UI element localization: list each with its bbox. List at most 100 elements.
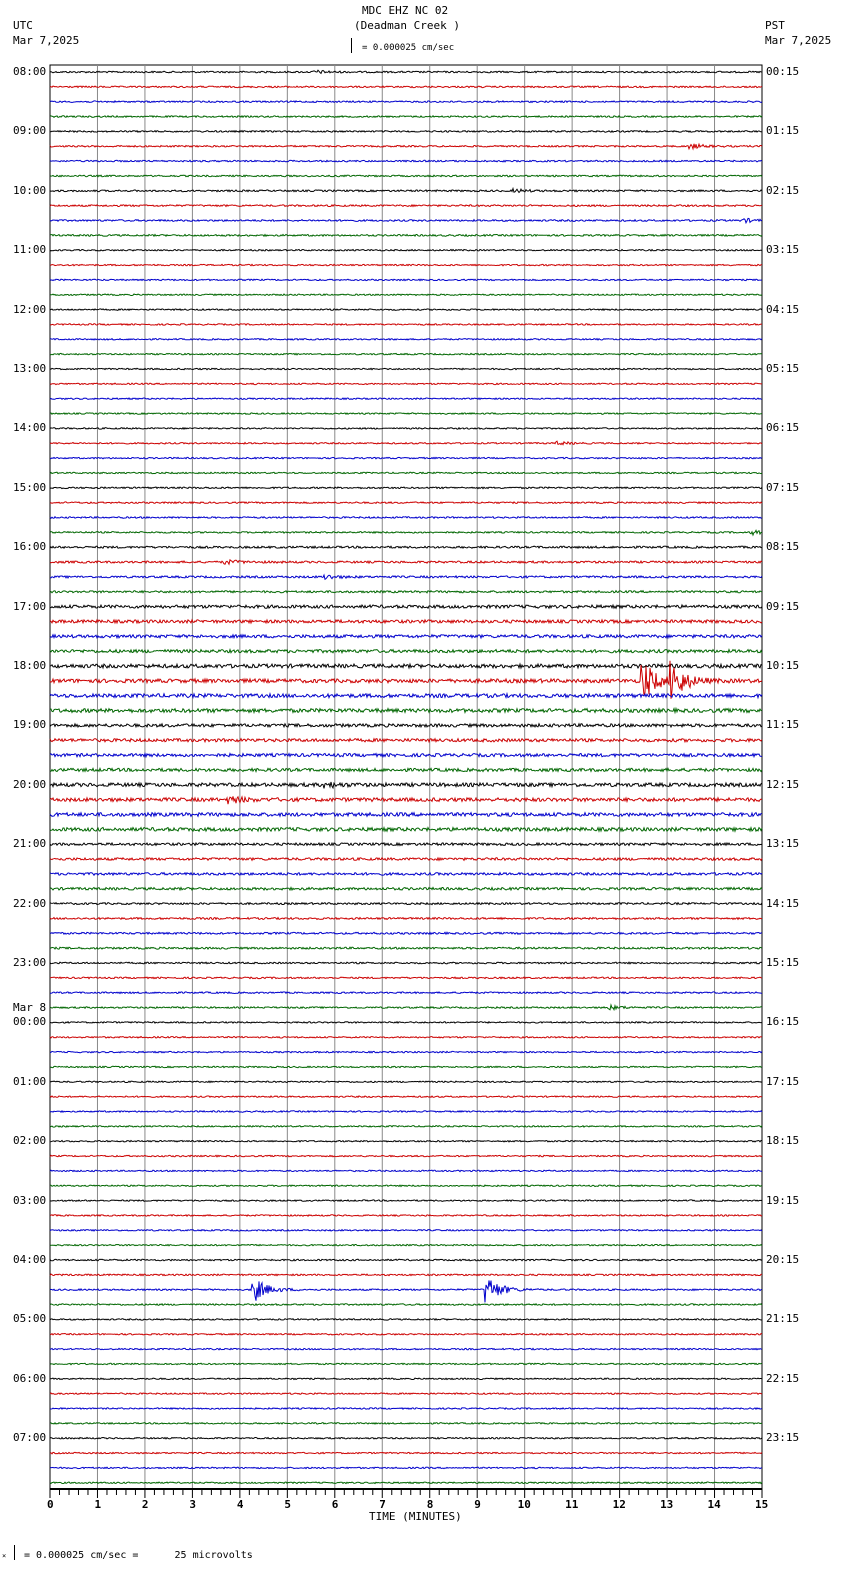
utc-hour-label: 01:00 [13,1074,47,1088]
seismic-trace [49,308,763,312]
pst-hour-label: 18:15 [766,1134,800,1148]
seismic-trace [49,203,763,208]
seismic-trace [49,114,763,119]
utc-hour-label: 10:00 [13,183,47,197]
seismic-trace [49,1154,763,1158]
footer-scale-note: = 0.000025 cm/sec = 25 microvolts [24,1550,253,1561]
x-tick-label: 10 [517,1498,531,1511]
seismic-trace [50,1377,763,1381]
seismic-trace [49,217,763,225]
utc-hour-label: 23:00 [13,956,47,969]
x-tick-label: 1 [94,1498,102,1511]
seismic-trace [49,1124,763,1128]
seismic-trace [49,961,763,965]
seismic-trace [49,1302,763,1307]
utc-hour-label: 06:00 [13,1371,47,1385]
x-tick-label: 14 [707,1498,721,1511]
seismic-trace [49,1169,763,1173]
seismic-trace [49,515,763,520]
seismic-trace [49,691,763,700]
x-tick-label: 3 [189,1498,197,1511]
utc-hour-label: 13:00 [13,362,47,375]
utc-hour-label: 00:00 [13,1015,47,1029]
seismic-trace [49,486,763,490]
utc-hour-label: 05:00 [13,1312,47,1326]
seismic-trace [49,263,763,267]
utc-hour-label: 16:00 [13,540,47,554]
seismic-trace [49,795,763,805]
seismic-trace [49,856,763,862]
seismic-trace [49,901,763,906]
utc-hour-label: 19:00 [13,718,47,732]
pst-hour-label: 06:15 [766,421,800,435]
x-tick-label: 2 [141,1498,149,1511]
seismic-trace [49,1184,763,1188]
seismic-trace [49,946,763,951]
pst-hour-label: 09:15 [766,599,800,613]
seismic-trace [49,1332,763,1336]
utc-hour-label: 09:00 [13,124,47,138]
pst-hour-label: 12:15 [766,777,800,791]
utc-hour-label: 14:00 [13,421,47,435]
seismic-trace [49,1273,763,1277]
helicorder-plot [49,64,763,1498]
seismic-trace [49,1109,763,1113]
seismic-trace [49,618,763,625]
seismic-trace [50,293,763,297]
seismic-trace [50,233,763,238]
seismic-trace [49,278,763,282]
x-tick-label: 6 [331,1498,339,1511]
seismic-trace [49,1080,763,1084]
seismic-trace [50,991,763,995]
seismic-trace [49,931,763,936]
seismic-trace [49,69,763,75]
seismic-trace [49,1421,763,1425]
x-axis-label: TIME (MINUTES) [369,1510,462,1523]
x-tick-label: 9 [474,1498,481,1511]
seismic-trace [49,129,763,134]
seismic-trace [49,1199,763,1203]
seismic-trace [49,1213,763,1218]
seismic-trace [49,1020,763,1024]
pst-hour-label: 15:15 [766,956,800,969]
seismic-trace [49,1436,763,1440]
utc-hour-label: 11:00 [13,243,47,257]
pst-hour-label: 11:15 [766,718,800,732]
seismic-trace [49,159,763,163]
utc-hour-label: 04:00 [13,1253,47,1266]
seismic-trace [49,573,763,581]
seismic-trace [49,647,763,655]
seismic-trace [49,1258,763,1262]
utc-hour-label: 07:00 [13,1431,47,1445]
seismic-trace [49,766,763,773]
seismic-trace [49,1065,763,1069]
seismic-trace [49,142,763,151]
seismic-trace [49,100,763,104]
seismic-trace [49,337,763,341]
seismic-trace [49,412,763,416]
seismic-trace [49,737,763,744]
seismic-trace [49,603,763,610]
seismic-trace [49,916,763,921]
date-change-label: Mar 8 [13,1001,47,1015]
seismic-trace [49,1228,763,1232]
seismic-trace [49,1362,763,1366]
x-tick-label: 4 [236,1498,244,1511]
pst-hour-label: 07:15 [766,480,800,494]
seismic-trace [49,1451,763,1455]
seismic-trace [49,397,763,401]
utc-hour-label: 12:00 [13,302,47,316]
seismic-trace [49,248,763,252]
seismic-trace [49,426,763,430]
pst-hour-label: 04:15 [766,302,800,316]
x-tick-label: 15 [755,1498,769,1511]
seismic-trace [49,811,763,818]
seismic-trace [49,752,762,759]
x-tick-label: 11 [565,1498,579,1511]
pst-hour-label: 22:15 [766,1371,800,1385]
seismic-trace [49,529,763,537]
seismic-trace [49,1392,763,1396]
seismic-trace [49,871,763,877]
seismic-trace [49,886,763,892]
utc-hour-label: 17:00 [13,599,47,613]
